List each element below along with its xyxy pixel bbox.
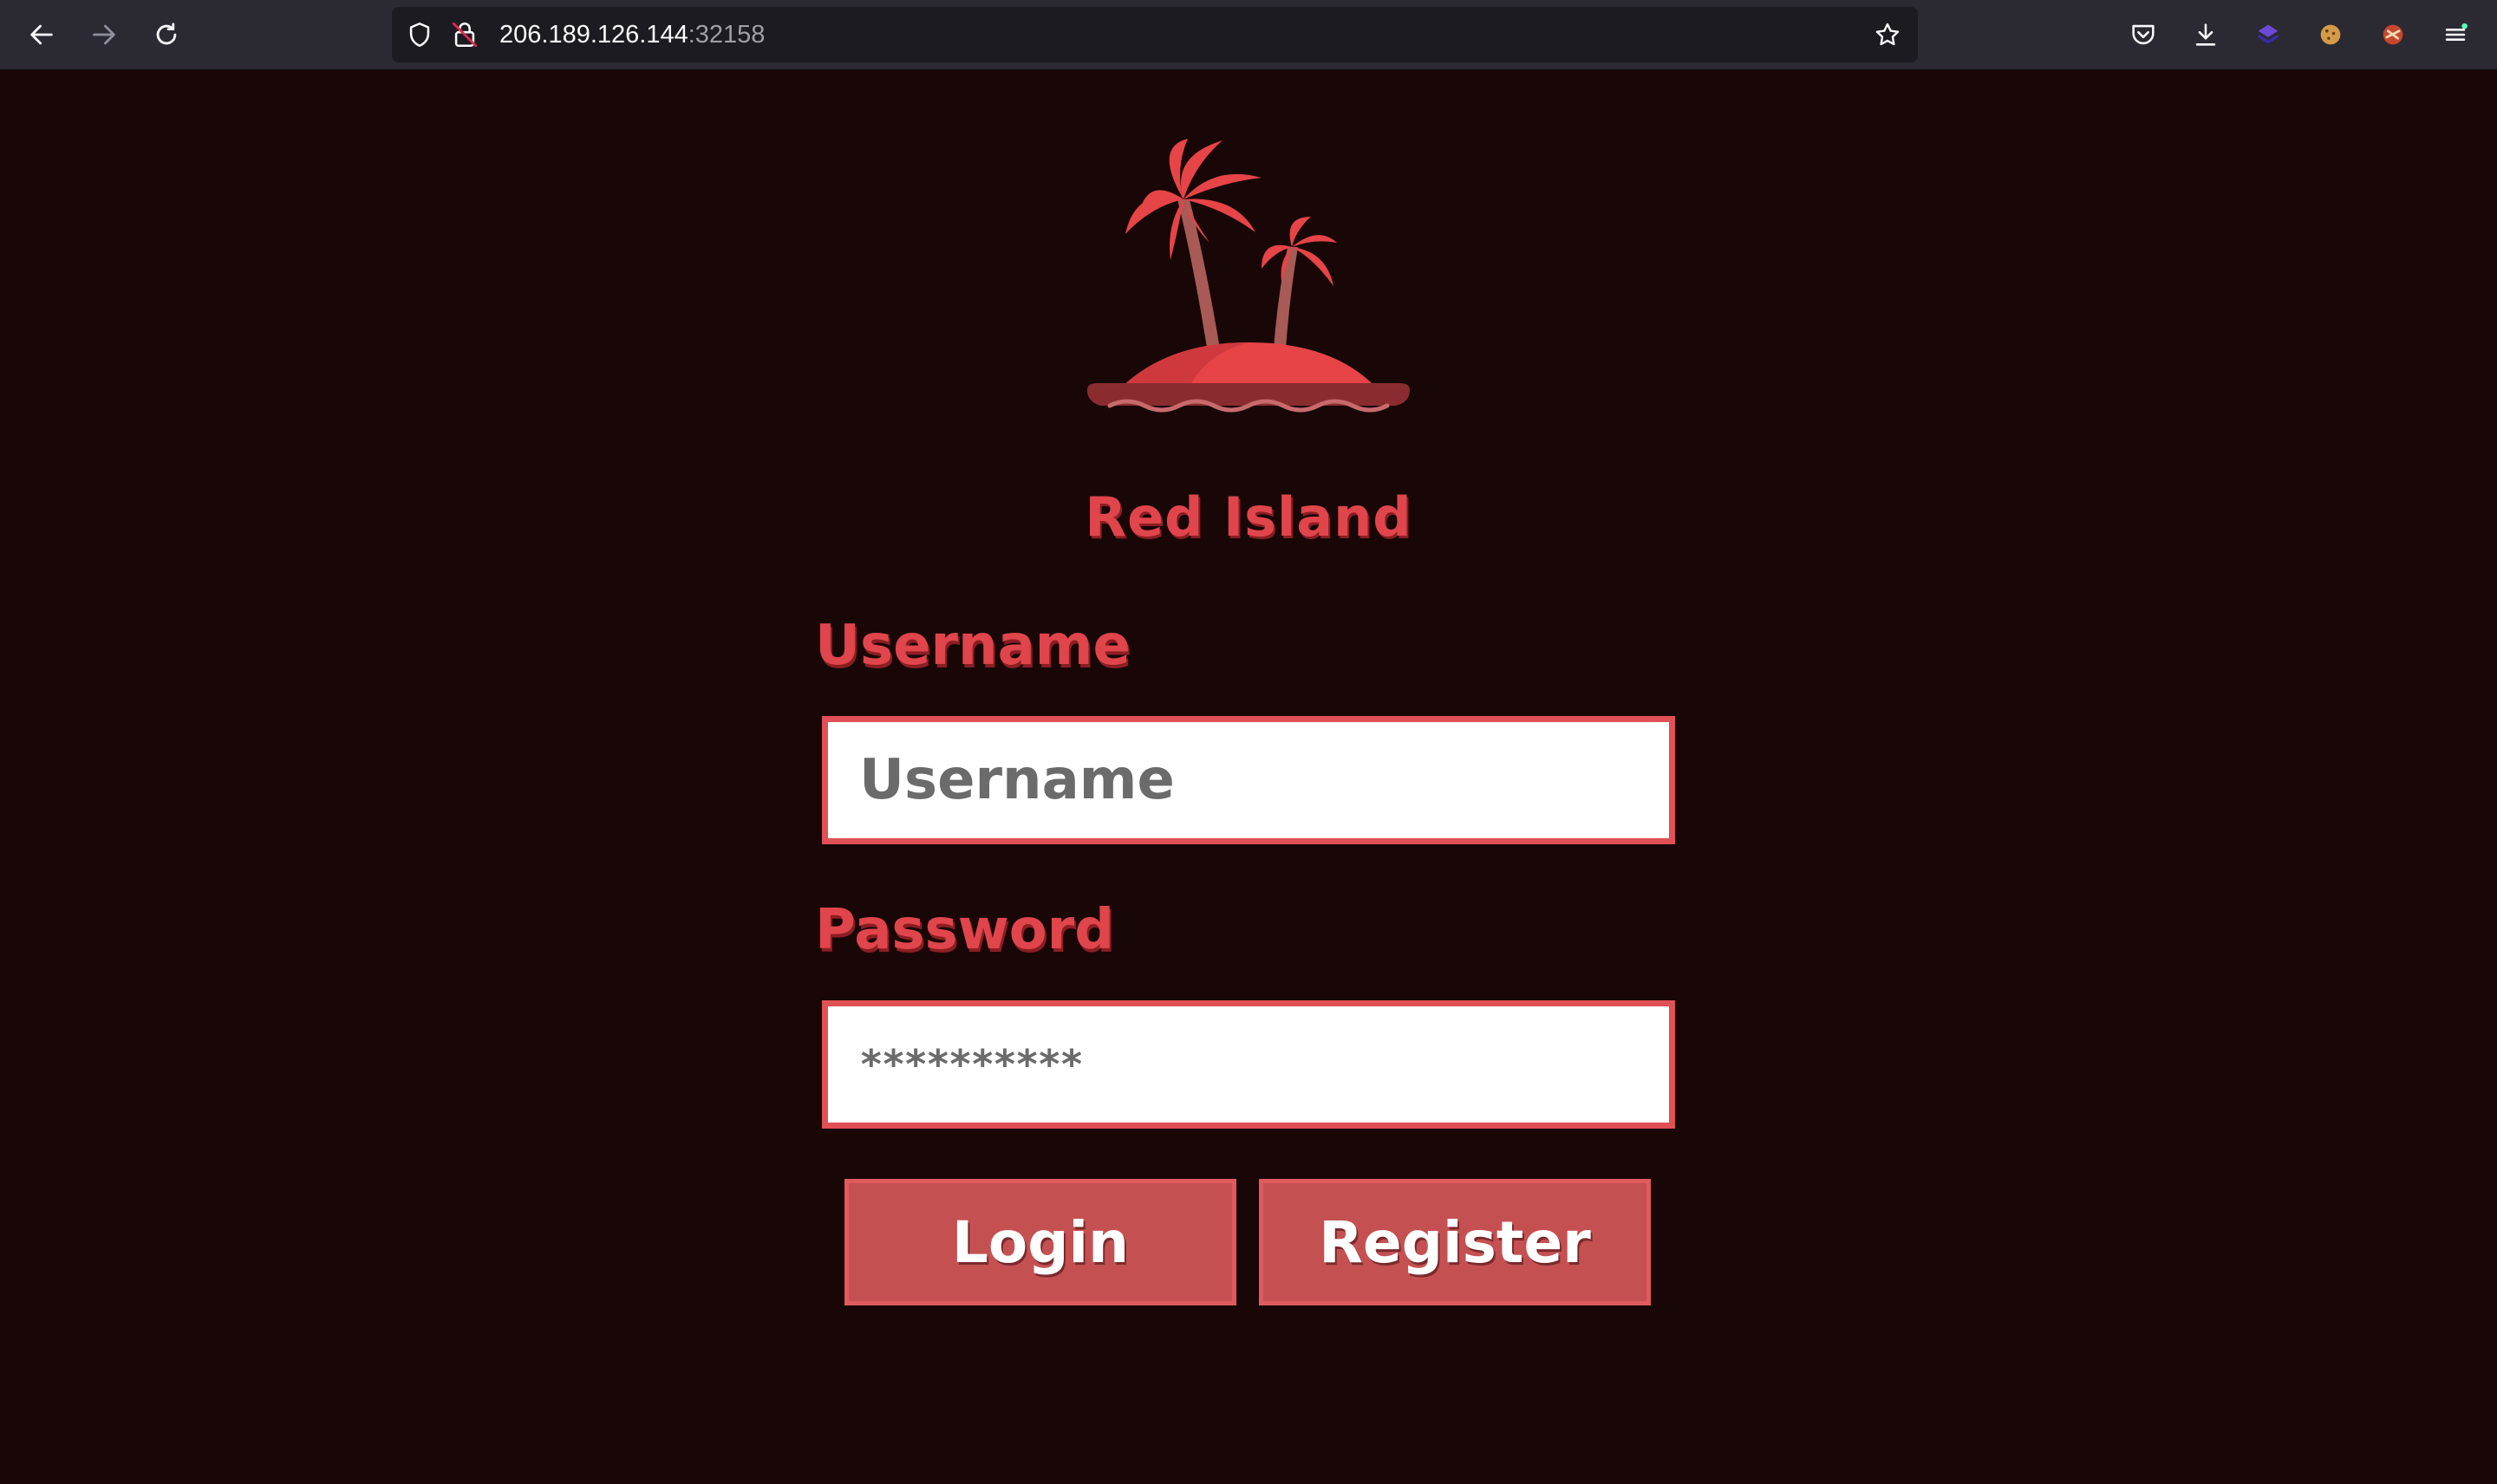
downloads-button[interactable]	[2185, 14, 2226, 55]
palm-island-logo	[1087, 139, 1410, 413]
reload-button[interactable]	[146, 14, 187, 55]
shield-icon[interactable]	[405, 20, 434, 49]
username-label: Username	[815, 614, 1131, 678]
insecure-lock-icon[interactable]	[450, 20, 479, 49]
star-icon[interactable]	[1873, 20, 1902, 49]
url-port: :32158	[688, 21, 766, 49]
password-field[interactable]: **********	[822, 1000, 1675, 1129]
cookie-icon	[2320, 24, 2341, 45]
url-bar[interactable]: 206.189.126.144:32158	[392, 7, 1918, 62]
password-label: Password	[815, 898, 1115, 962]
download-icon	[2195, 23, 2216, 46]
extension-button-1[interactable]	[2247, 14, 2289, 55]
brand-title: Red Island	[1085, 485, 1412, 549]
back-button[interactable]	[21, 14, 62, 55]
pocket-icon	[2132, 24, 2155, 45]
arrow-left-icon	[30, 24, 53, 45]
extension-badge-icon	[2383, 24, 2403, 45]
username-field[interactable]	[822, 716, 1675, 844]
password-input[interactable]: **********	[859, 1006, 1084, 1123]
cube-extension-icon	[2257, 24, 2279, 44]
username-input[interactable]	[828, 722, 1669, 838]
browser-toolbar: 206.189.126.144:32158	[0, 0, 2497, 70]
arrow-right-icon	[93, 24, 115, 45]
url-host: 206.189.126.144	[499, 21, 688, 49]
menu-button[interactable]	[2435, 14, 2476, 55]
extension-button-3[interactable]	[2372, 14, 2414, 55]
reload-icon	[156, 23, 177, 45]
hamburger-menu-icon	[2445, 23, 2468, 41]
url-text[interactable]: 206.189.126.144:32158	[499, 7, 765, 62]
extension-button-2[interactable]	[2310, 14, 2351, 55]
register-button[interactable]: Register	[1259, 1179, 1651, 1305]
login-button[interactable]: Login	[844, 1179, 1236, 1305]
pocket-button[interactable]	[2122, 14, 2164, 55]
forward-button[interactable]	[83, 14, 125, 55]
